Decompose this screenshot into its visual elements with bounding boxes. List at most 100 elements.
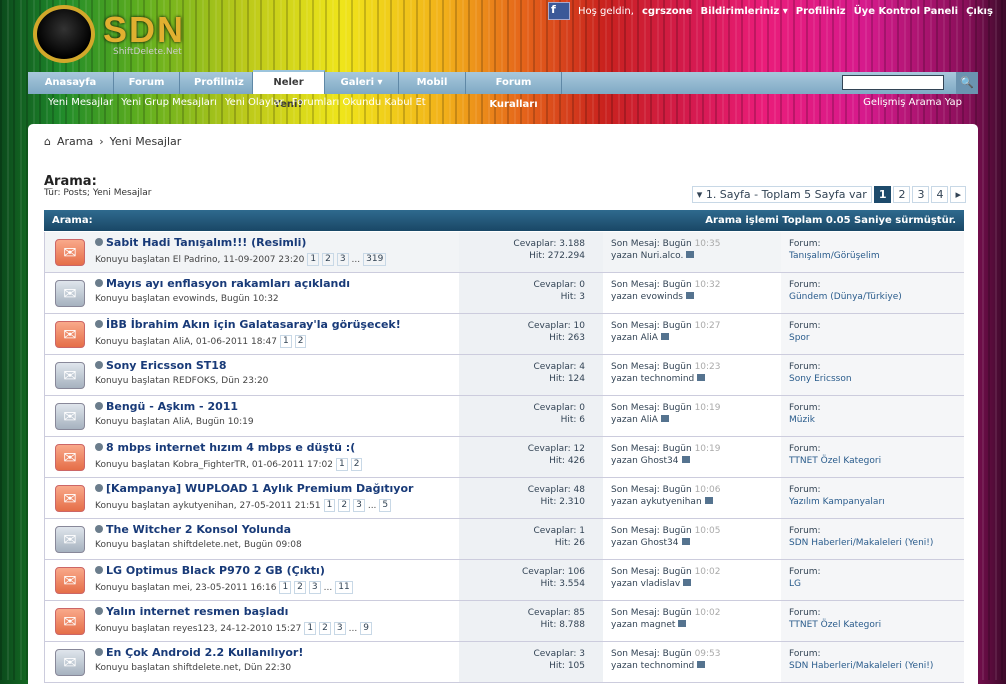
thread-page-link[interactable]: 3 xyxy=(333,622,346,635)
next-page-icon[interactable]: ▸ xyxy=(950,186,966,203)
forum-link[interactable]: SDN Haberleri/Makaleleri (Yeni!) xyxy=(789,537,956,549)
last-post-author[interactable]: yazan technomind xyxy=(611,374,694,384)
profile-link[interactable]: Profiliniz xyxy=(796,6,846,17)
page-3[interactable]: 3 xyxy=(912,186,930,203)
user-cp-link[interactable]: Üye Kontrol Paneli xyxy=(854,6,959,17)
subnav-new-group-messages[interactable]: Yeni Grup Mesajları xyxy=(121,97,217,108)
thread-title-link[interactable]: [Kampanya] WUPLOAD 1 Aylık Premium Dağıt… xyxy=(106,482,413,495)
thread-envelope-icon[interactable]: ✉ xyxy=(55,649,85,676)
forum-link[interactable]: TTNET Özel Kategori xyxy=(789,619,956,631)
thread-page-link[interactable]: 2 xyxy=(294,581,306,594)
thread-title-link[interactable]: İBB İbrahim Akın için Galatasaray'la gör… xyxy=(106,318,401,331)
last-post-author[interactable]: yazan Ghost34 xyxy=(611,456,679,466)
last-post-author[interactable]: yazan Nuri.alco. xyxy=(611,251,683,261)
thread-title-link[interactable]: Mayıs ayı enflasyon rakamları açıklandı xyxy=(106,277,350,290)
thread-page-link[interactable]: 2 xyxy=(322,253,334,266)
thread-title-link[interactable]: The Witcher 2 Konsol Yolunda xyxy=(106,523,291,536)
thread-page-link[interactable]: 3 xyxy=(336,253,349,266)
username-link[interactable]: cgrszone xyxy=(642,6,693,17)
last-post-author[interactable]: yazan evowinds xyxy=(611,292,683,302)
subnav-new-events[interactable]: Yeni Olaylar xyxy=(225,97,284,108)
thread-page-link[interactable]: 3 xyxy=(353,499,365,512)
thread-title-link[interactable]: Yalın internet resmen başladı xyxy=(106,605,288,618)
forum-link[interactable]: Gündem (Dünya/Türkiye) xyxy=(789,291,956,303)
forum-link[interactable]: Müzik xyxy=(789,414,956,426)
forum-link[interactable]: Sony Ericsson xyxy=(789,373,956,385)
thread-envelope-icon[interactable]: ✉ xyxy=(55,280,85,307)
go-first-unread-icon[interactable] xyxy=(95,361,103,369)
thread-page-link[interactable]: 3 xyxy=(308,581,321,594)
go-to-last-post-icon[interactable] xyxy=(660,333,669,340)
thread-page-link[interactable]: 1 xyxy=(323,499,336,512)
hot-thread-envelope-icon[interactable]: ✉ xyxy=(55,608,85,635)
tab-forum[interactable]: Forum xyxy=(114,72,180,94)
go-to-last-post-icon[interactable] xyxy=(704,497,713,504)
go-first-unread-icon[interactable] xyxy=(95,402,103,410)
tab-profile[interactable]: Profiliniz xyxy=(180,72,253,94)
search-icon[interactable]: 🔍 xyxy=(956,72,978,94)
thread-title-link[interactable]: Sabit Hadi Tanışalım!!! (Resimli) xyxy=(106,236,306,249)
go-first-unread-icon[interactable] xyxy=(95,566,103,574)
thread-page-link[interactable]: 2 xyxy=(350,458,363,471)
last-post-author[interactable]: yazan aykutyenihan xyxy=(611,497,702,507)
go-to-last-post-icon[interactable] xyxy=(678,620,687,627)
thread-page-link[interactable]: 2 xyxy=(319,622,331,635)
page-2[interactable]: 2 xyxy=(893,186,911,203)
notifications-menu[interactable]: Bildirimleriniz ▾ xyxy=(701,6,788,17)
thread-page-link[interactable]: 1 xyxy=(279,581,292,594)
thread-page-link[interactable]: 5 xyxy=(379,499,392,512)
thread-envelope-icon[interactable]: ✉ xyxy=(55,526,85,553)
hot-thread-envelope-icon[interactable]: ✉ xyxy=(55,567,85,594)
thread-title-link[interactable]: Bengü - Aşkım - 2011 xyxy=(106,400,238,413)
thread-page-link[interactable]: 1 xyxy=(304,622,317,635)
hot-thread-envelope-icon[interactable]: ✉ xyxy=(55,321,85,348)
last-post-author[interactable]: yazan vladislav xyxy=(611,579,680,589)
go-first-unread-icon[interactable] xyxy=(95,443,103,451)
go-first-unread-icon[interactable] xyxy=(95,279,103,287)
thread-page-link[interactable]: 1 xyxy=(335,458,348,471)
thread-envelope-icon[interactable]: ✉ xyxy=(55,403,85,430)
thread-page-link[interactable]: 2 xyxy=(294,335,307,348)
logout-link[interactable]: Çıkış xyxy=(966,6,993,17)
go-first-unread-icon[interactable] xyxy=(95,607,103,615)
forum-link[interactable]: Yazılım Kampanyaları xyxy=(789,496,956,508)
thread-title-link[interactable]: 8 mbps internet hızım 4 mbps e düştü :( xyxy=(106,441,355,454)
thread-page-link[interactable]: 319 xyxy=(363,253,387,266)
forum-link[interactable]: SDN Haberleri/Makaleleri (Yeni!) xyxy=(789,660,956,672)
home-icon[interactable]: ⌂ xyxy=(44,135,51,148)
tab-mobile[interactable]: Mobil xyxy=(399,72,466,94)
go-first-unread-icon[interactable] xyxy=(95,320,103,328)
hot-thread-envelope-icon[interactable]: ✉ xyxy=(55,444,85,471)
last-post-author[interactable]: yazan AliA xyxy=(611,415,658,425)
page-jump-dropdown[interactable]: ▾ 1. Sayfa - Toplam 5 Sayfa var xyxy=(691,186,872,203)
tab-gallery[interactable]: Galeri ▾ xyxy=(325,72,399,94)
go-to-last-post-icon[interactable] xyxy=(686,251,695,258)
forum-link[interactable]: TTNET Özel Kategori xyxy=(789,455,956,467)
go-first-unread-icon[interactable] xyxy=(95,648,103,656)
subnav-mark-read[interactable]: Forumları Okundu Kabul Et xyxy=(292,97,426,108)
page-1[interactable]: 1 xyxy=(873,186,892,203)
go-to-last-post-icon[interactable] xyxy=(685,292,694,299)
go-first-unread-icon[interactable] xyxy=(95,484,103,492)
tab-home[interactable]: Anasayfa xyxy=(28,72,114,94)
last-post-author[interactable]: yazan Ghost34 xyxy=(611,538,679,548)
thread-page-link[interactable]: 1 xyxy=(279,335,292,348)
facebook-icon[interactable]: f xyxy=(548,2,570,20)
page-4[interactable]: 4 xyxy=(931,186,949,203)
advanced-search-link[interactable]: Gelişmiş Arama Yap xyxy=(863,97,962,108)
thread-page-link[interactable]: 9 xyxy=(360,622,372,635)
site-logo[interactable]: SDN ShiftDelete.Net xyxy=(33,5,185,63)
forum-link[interactable]: Tanışalım/Görüşelim xyxy=(789,250,956,262)
thread-title-link[interactable]: En Çok Android 2.2 Kullanılıyor! xyxy=(106,646,303,659)
breadcrumb-search[interactable]: Arama xyxy=(57,135,93,148)
go-first-unread-icon[interactable] xyxy=(95,525,103,533)
last-post-author[interactable]: yazan magnet xyxy=(611,620,675,630)
go-to-last-post-icon[interactable] xyxy=(681,538,690,545)
thread-page-link[interactable]: 1 xyxy=(307,253,320,266)
thread-page-link[interactable]: 11 xyxy=(335,581,353,594)
subnav-new-posts[interactable]: Yeni Mesajlar xyxy=(48,97,113,108)
go-to-last-post-icon[interactable] xyxy=(697,374,706,381)
go-to-last-post-icon[interactable] xyxy=(697,661,706,668)
thread-title-link[interactable]: Sony Ericsson ST18 xyxy=(106,359,227,372)
go-first-unread-icon[interactable] xyxy=(95,238,103,246)
